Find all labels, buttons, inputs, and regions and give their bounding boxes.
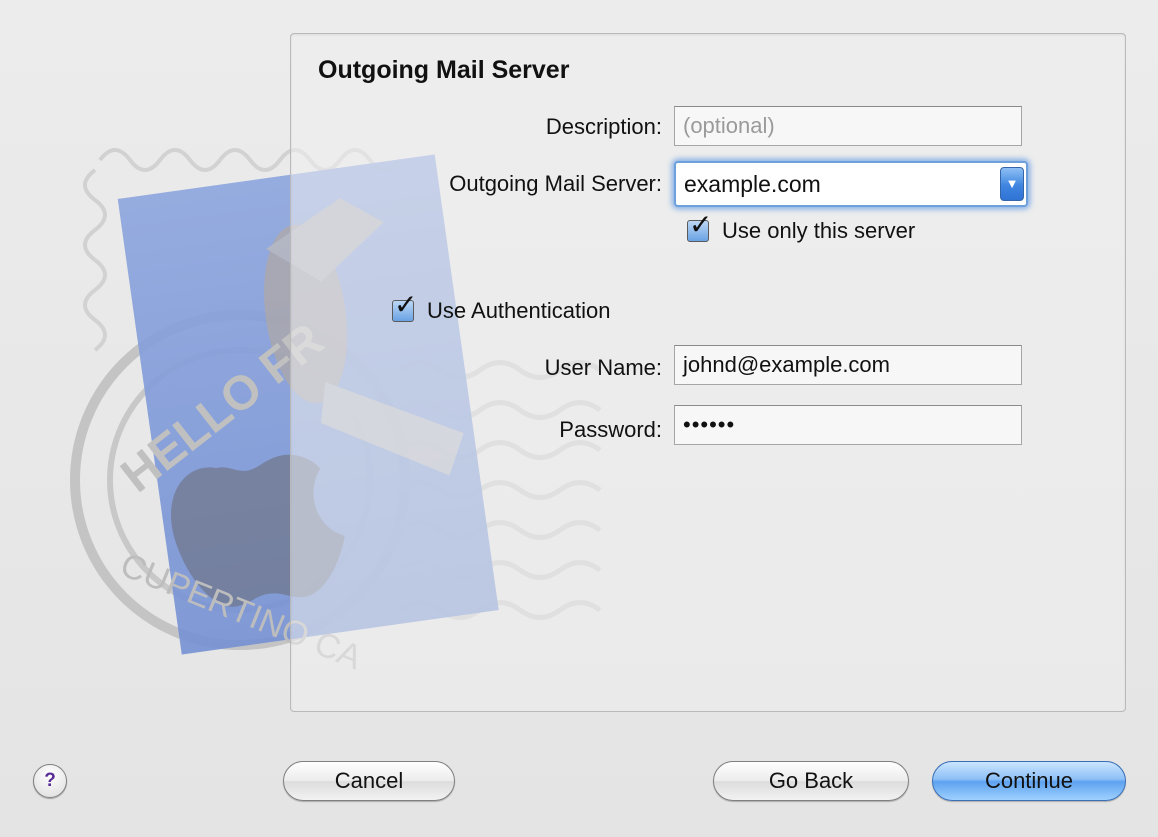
outgoing-server-label: Outgoing Mail Server: (449, 171, 662, 196)
go-back-button[interactable]: Go Back (713, 761, 909, 801)
use-only-server-label: Use only this server (722, 218, 916, 243)
chevron-down-icon[interactable]: ▼ (1000, 167, 1024, 201)
help-icon: ? (44, 770, 56, 791)
panel-title: Outgoing Mail Server (318, 56, 570, 84)
use-authentication-label: Use Authentication (427, 298, 611, 323)
description-field[interactable]: (optional) (674, 106, 1022, 146)
outgoing-server-combo[interactable]: example.com ▼ (674, 161, 1028, 207)
cancel-button[interactable]: Cancel (283, 761, 455, 801)
description-label: Description: (545, 114, 662, 139)
outgoing-server-value: example.com (684, 171, 821, 197)
checkmark-icon: ✓ (394, 289, 418, 320)
username-label: User Name: (544, 355, 662, 380)
checkmark-icon: ✓ (689, 209, 713, 240)
use-authentication-checkbox[interactable]: ✓ (392, 291, 417, 322)
setup-assistant-window: HELLO FR CUPERTINO CA Outgoing Mail Serv… (0, 0, 1158, 837)
username-field[interactable]: johnd@example.com (674, 345, 1022, 385)
help-button[interactable]: ? (33, 764, 67, 798)
continue-button[interactable]: Continue (932, 761, 1126, 801)
use-only-server-checkbox[interactable]: ✓ (687, 211, 712, 242)
password-field[interactable]: •••••• (674, 405, 1022, 445)
password-label: Password: (559, 417, 662, 442)
